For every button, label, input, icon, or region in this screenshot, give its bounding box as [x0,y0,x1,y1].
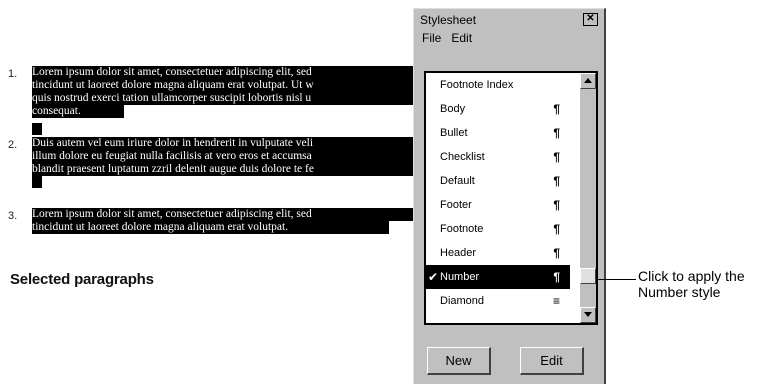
menu-bar: File Edit [414,28,604,48]
paragraph-mark-icon: ¶ [553,246,560,260]
style-item-number[interactable]: ✔ Number ¶ [426,265,570,289]
paragraph-mark-icon: ¶ [553,174,560,188]
paragraph-2[interactable]: 2. Duis autem vel eum iriure dolor in he… [8,137,426,199]
style-name: Header [440,247,477,259]
menu-edit[interactable]: Edit [451,31,472,45]
arrow-down-icon [584,312,592,317]
style-item-header[interactable]: Header ¶ [426,241,570,265]
paragraph-line: consequat. [32,105,124,118]
new-button[interactable]: New [427,347,491,375]
style-item-footnote-index[interactable]: Footnote Index [426,73,570,97]
selection-end-marker [32,123,42,135]
paragraph-line: quis nostrud exerci tation ullamcorper s… [32,92,426,105]
checkmark-icon: ✔ [428,270,439,284]
style-name: Footer [440,199,472,211]
style-item-bullet[interactable]: Bullet ¶ [426,121,570,145]
arrow-up-icon [584,78,592,83]
window-title: Stylesheet [420,12,477,27]
paragraph-line: tincidunt ut laoreet dolore magna aliqua… [32,221,389,234]
style-name: Footnote [440,223,484,235]
style-item-checklist[interactable]: Checklist ¶ [426,145,570,169]
menu-file[interactable]: File [422,31,441,45]
paragraph-line: Lorem ipsum dolor sit amet, consectetuer… [32,66,426,79]
paragraph-line: Lorem ipsum dolor sit amet, consectetuer… [32,208,426,221]
paragraph-number: 2. [8,139,18,151]
callout-line-2: Number style [638,284,721,300]
paragraph-mark-icon: ¶ [553,198,560,212]
scroll-down-button[interactable] [580,307,596,323]
paragraph-mark-icon: ¶ [553,126,560,140]
style-item-footer[interactable]: Footer ¶ [426,193,570,217]
scroll-thumb[interactable] [580,268,596,284]
style-name: Footnote Index [440,79,514,91]
paragraph-number: 1. [8,68,18,80]
style-list[interactable]: Footnote Index Body ¶ Bullet ¶ Checklist… [424,71,598,325]
style-item-diamond[interactable]: Diamond ≡ [426,289,570,313]
selection-end-marker [32,176,42,188]
paragraph-mark-icon: ¶ [553,222,560,236]
paragraph-number: 3. [8,210,18,222]
style-name: Checklist [440,151,485,163]
window-titlebar[interactable]: Stylesheet ✕ [416,11,602,28]
vertical-scrollbar[interactable] [580,73,596,323]
paragraph-mark-icon: ¶ [553,270,560,284]
style-name: Number [440,271,480,283]
callout-leader-line [598,279,636,280]
callout-line-1: Click to apply the [638,268,745,284]
scroll-up-button[interactable] [580,73,596,89]
close-icon[interactable]: ✕ [583,13,598,26]
document-area: 1. Lorem ipsum dolor sit amet, consectet… [8,66,426,257]
figure-caption: Selected paragraphs [10,271,154,288]
paragraph-3[interactable]: 3. Lorem ipsum dolor sit amet, consectet… [8,208,426,248]
paragraph-line: Duis autem vel eum iriure dolor in hendr… [32,137,426,150]
paragraph-line: illum dolore eu feugiat nulla facilisis … [32,150,426,163]
style-item-footnote[interactable]: Footnote ¶ [426,217,570,241]
paragraph-mark-icon: ¶ [553,150,560,164]
paragraph-line: tincidunt ut laoreet dolore magna aliqua… [32,79,426,92]
stylesheet-window: Stylesheet ✕ File Edit Footnote Index Bo… [413,8,606,384]
paragraph-1[interactable]: 1. Lorem ipsum dolor sit amet, consectet… [8,66,426,135]
edit-button[interactable]: Edit [520,347,584,375]
list-style-icon: ≡ [552,294,560,308]
style-name: Bullet [440,127,468,139]
style-name: Default [440,175,475,187]
style-name: Body [440,103,466,115]
style-item-default[interactable]: Default ¶ [426,169,570,193]
paragraph-line: blandit praesent luptatum zzril delenit … [32,163,426,176]
paragraph-mark-icon: ¶ [553,102,560,116]
style-item-body[interactable]: Body ¶ [426,97,570,121]
callout-text: Click to apply the Number style [638,268,768,300]
style-name: Diamond [440,295,485,307]
